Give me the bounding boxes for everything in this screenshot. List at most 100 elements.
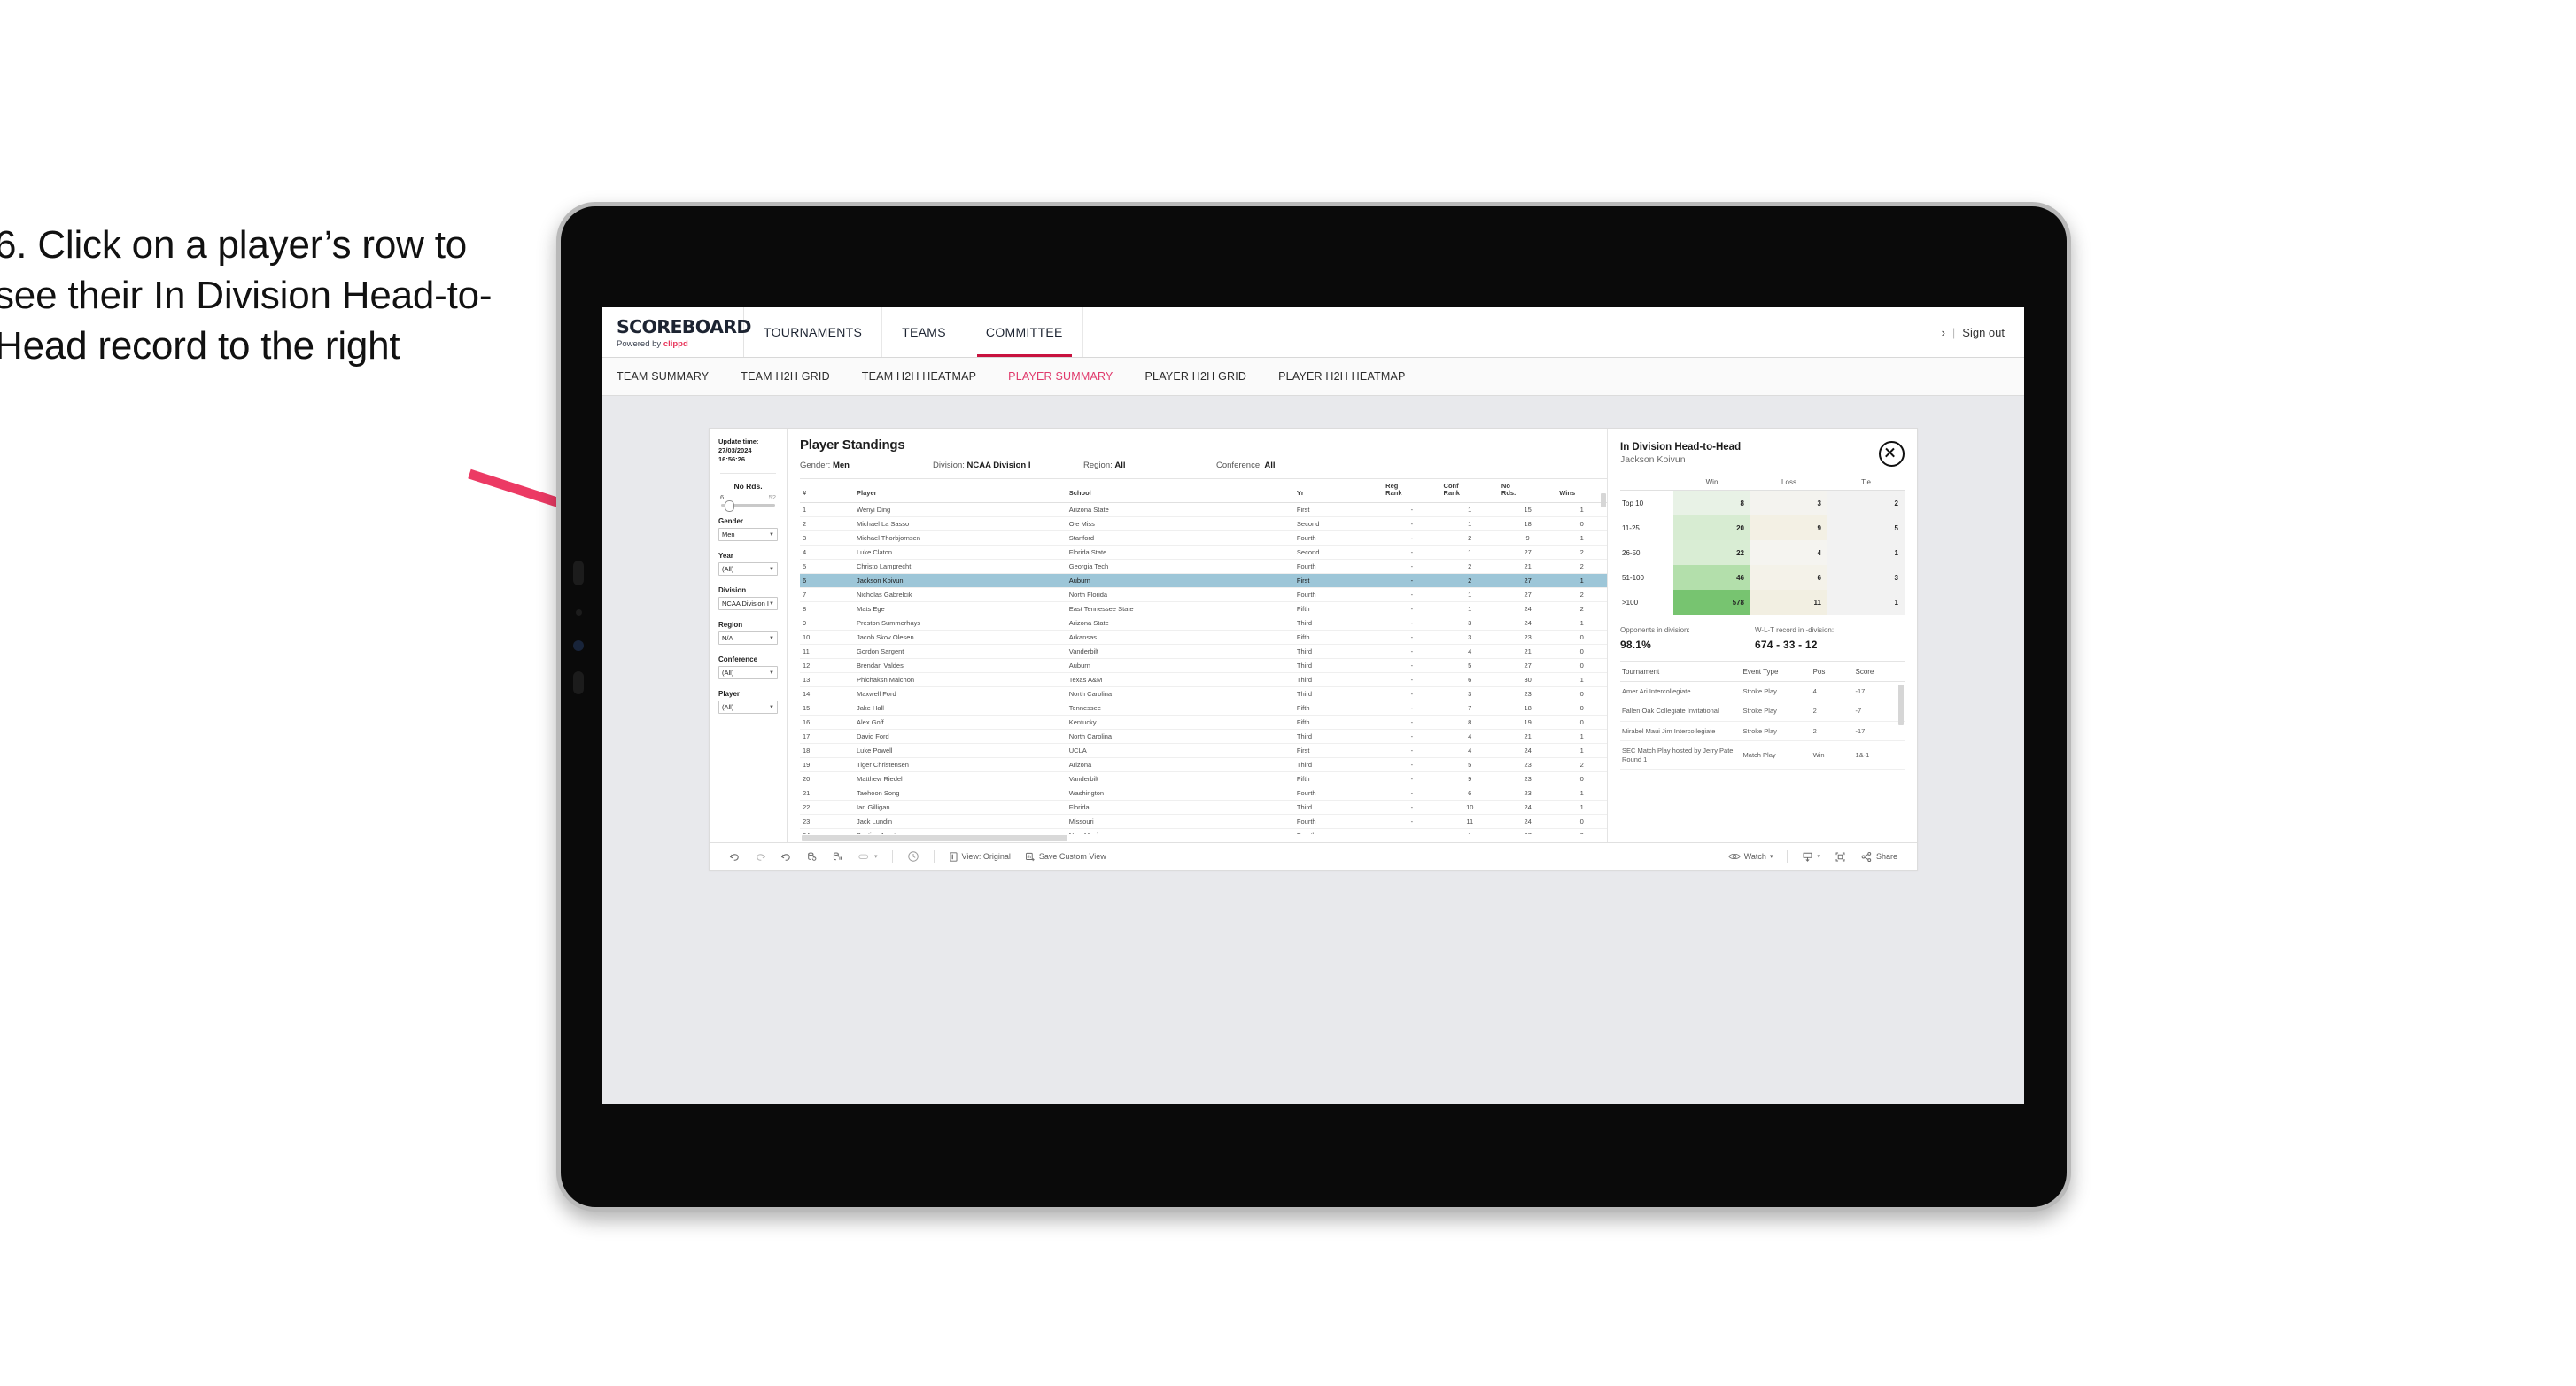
- table-row[interactable]: 22 Ian Gilligan Florida Third -10 24 1: [800, 800, 1607, 815]
- table-row[interactable]: 4 Luke Claton Florida State Second -1 27 2: [800, 545, 1607, 560]
- col-player[interactable]: Player: [854, 479, 1067, 503]
- h2h-cell-loss: 4: [1750, 540, 1827, 565]
- table-row[interactable]: 11 Gordon Sargent Vanderbilt Third -4 21 0: [800, 644, 1607, 659]
- cell-rank: 23: [800, 814, 855, 829]
- standings-horizontal-scrollbar[interactable]: [800, 834, 1607, 842]
- table-row[interactable]: 10 Jacob Skov Olesen Arkansas Fifth -3 23 0: [800, 630, 1607, 645]
- table-row[interactable]: 3 Michael Thorbjornsen Stanford Fourth -2 9 1: [800, 530, 1607, 546]
- user-chevron-icon[interactable]: ›: [1942, 326, 1945, 339]
- col-conf-rank[interactable]: Conf Rank: [1440, 479, 1499, 503]
- cell-yr: Fifth: [1293, 701, 1384, 716]
- nav-item-teams[interactable]: TEAMS: [882, 307, 966, 357]
- nav-item-committee[interactable]: COMMITTEE: [966, 307, 1083, 357]
- filter-region-value: N/A: [722, 634, 733, 643]
- tournament-row[interactable]: Amer Ari Intercollegiate Stroke Play 4 -17: [1620, 681, 1905, 702]
- col-yr[interactable]: Yr: [1293, 479, 1384, 503]
- tab-player-h2h-heatmap[interactable]: PLAYER H2H HEATMAP: [1262, 370, 1421, 383]
- cell-no-rds: 15: [1498, 502, 1557, 517]
- table-row[interactable]: 20 Matthew Riedel Vanderbilt Fifth -9 23 0: [800, 771, 1607, 786]
- redo-icon[interactable]: [748, 851, 773, 863]
- col-school[interactable]: School: [1066, 479, 1294, 503]
- filter-no-rounds[interactable]: No Rds. 6 52: [718, 482, 778, 513]
- cell-reg-rank: -: [1383, 616, 1441, 631]
- tab-team-h2h-heatmap[interactable]: TEAM H2H HEATMAP: [846, 370, 992, 383]
- standings-header-row: # Player School Yr Reg Rank Conf Rank No Rd…: [800, 479, 1607, 503]
- save-custom-view-button[interactable]: Save Custom View: [1018, 851, 1113, 863]
- filter-gender-select[interactable]: Men ▼: [718, 528, 778, 542]
- table-row[interactable]: 18 Luke Powell UCLA First -4 24 1: [800, 743, 1607, 758]
- table-row[interactable]: 2 Michael La Sasso Ole Miss Second -1 18 0: [800, 516, 1607, 531]
- h2h-cell-category: 11-25: [1622, 523, 1640, 532]
- col-rank[interactable]: #: [800, 479, 855, 503]
- table-row[interactable]: 17 David Ford North Carolina Third -4 21 1: [800, 729, 1607, 744]
- table-row[interactable]: 14 Maxwell Ford North Carolina Third -3 23 0: [800, 686, 1607, 701]
- no-rounds-slider-track[interactable]: [721, 500, 775, 513]
- filter-division: Division NCAA Division I ▼: [718, 586, 778, 611]
- share-button[interactable]: Share: [1853, 851, 1905, 863]
- table-row[interactable]: 23 Jack Lundin Missouri Fourth -11 24 0: [800, 814, 1607, 829]
- highlight-icon[interactable]: ▾: [850, 851, 885, 863]
- cell-yr: First: [1293, 573, 1384, 588]
- table-row[interactable]: 5 Christo Lamprecht Georgia Tech Fourth -2 21…: [800, 559, 1607, 574]
- workbook-main: Update time: 27/03/2024 16:56:26 No Rds.…: [710, 429, 1917, 842]
- chevron-down-icon: ▼: [769, 566, 774, 572]
- tab-player-summary[interactable]: PLAYER SUMMARY: [992, 370, 1129, 383]
- download-button[interactable]: ▾: [1795, 851, 1827, 863]
- fullscreen-icon[interactable]: [1827, 851, 1853, 863]
- undo-icon[interactable]: [722, 851, 748, 863]
- cell-player: Preston Summerhays: [854, 616, 1067, 631]
- clock-icon[interactable]: [900, 850, 927, 863]
- app-logo[interactable]: SCOREBOARD Powered by clippd: [602, 307, 751, 357]
- table-row[interactable]: 12 Brendan Valdes Auburn Third -5 27 0: [800, 658, 1607, 673]
- col-reg-rank[interactable]: Reg Rank: [1383, 479, 1441, 503]
- table-row[interactable]: 21 Taehoon Song Washington Fourth -6 23 1: [800, 786, 1607, 801]
- tournament-row[interactable]: Mirabel Maui Jim Intercollegiate Stroke P…: [1620, 721, 1905, 742]
- filter-region-select[interactable]: N/A ▼: [718, 631, 778, 646]
- view-original-label: View: Original: [961, 852, 1011, 861]
- highlight-caret-icon: ▾: [874, 854, 878, 860]
- nav-item-tournaments[interactable]: TOURNAMENTS: [744, 307, 883, 357]
- col-wins[interactable]: Wins: [1556, 479, 1607, 503]
- table-row[interactable]: 16 Alex Goff Kentucky Fifth -8 19 0: [800, 715, 1607, 730]
- table-row[interactable]: 8 Mats Ege East Tennessee State Fifth -1 24 2: [800, 601, 1607, 616]
- watch-button[interactable]: Watch ▾: [1721, 851, 1781, 862]
- cell-school: New Mexico: [1066, 828, 1294, 834]
- table-row[interactable]: 6 Jackson Koivun Auburn First -2 27 1: [800, 573, 1607, 588]
- sign-out-link[interactable]: Sign out: [1962, 326, 2005, 339]
- cell-reg-rank: -: [1383, 559, 1441, 574]
- cell-rank: 3: [800, 530, 855, 546]
- col-no-rds[interactable]: No Rds.: [1498, 479, 1557, 503]
- table-row[interactable]: 19 Tiger Christensen Arizona Third -5 23 2: [800, 757, 1607, 772]
- table-row[interactable]: 1 Wenyi Ding Arizona State First -1 15 1: [800, 502, 1607, 517]
- standings-vertical-scrollbar[interactable]: [1601, 493, 1606, 507]
- pause-auto-update-icon[interactable]: [825, 851, 850, 863]
- tournament-vertical-scrollbar[interactable]: [1898, 685, 1904, 725]
- no-rounds-slider-handle[interactable]: [725, 500, 734, 513]
- table-row[interactable]: 15 Jake Hall Tennessee Fifth -7 18 0: [800, 701, 1607, 716]
- tournament-table-wrapper[interactable]: Tournament Event Type Pos Score Amer Ari…: [1620, 661, 1905, 842]
- tab-team-summary[interactable]: TEAM SUMMARY: [617, 370, 725, 383]
- table-row[interactable]: 9 Preston Summerhays Arizona State Third -3 2…: [800, 616, 1607, 631]
- revert-icon[interactable]: [773, 851, 799, 863]
- close-circle-icon[interactable]: [1879, 441, 1905, 467]
- cell-rank: 20: [800, 771, 855, 786]
- filter-year-select[interactable]: (All) ▼: [718, 562, 778, 577]
- cell-yr: Third: [1293, 729, 1384, 744]
- standings-hscroll-thumb[interactable]: [802, 835, 1067, 841]
- kpi-opponents-value: 98.1%: [1620, 639, 1652, 651]
- filter-player-select[interactable]: (All) ▼: [718, 701, 778, 715]
- filter-division-select[interactable]: NCAA Division I ▼: [718, 597, 778, 611]
- tab-team-h2h-grid[interactable]: TEAM H2H GRID: [725, 370, 846, 383]
- tournament-row[interactable]: Fallen Oak Collegiate Invitational Stroke…: [1620, 701, 1905, 722]
- cell-event-type: Stroke Play: [1741, 701, 1812, 722]
- tournament-row[interactable]: SEC Match Play hosted by Jerry Pate Roun…: [1620, 740, 1905, 770]
- table-row[interactable]: 24Bastien AmatNew MexicoFourth-1272: [800, 828, 1607, 834]
- cell-yr: Second: [1293, 516, 1384, 531]
- tab-player-h2h-grid[interactable]: PLAYER H2H GRID: [1129, 370, 1263, 383]
- standings-table-wrapper[interactable]: # Player School Yr Reg Rank Conf Rank No Rd…: [800, 478, 1607, 834]
- filter-conference-select[interactable]: (All) ▼: [718, 666, 778, 680]
- view-original-button[interactable]: View: Original: [942, 851, 1018, 863]
- table-row[interactable]: 7 Nicholas Gabrelcik North Florida Fourth -1…: [800, 587, 1607, 602]
- refresh-data-icon[interactable]: [799, 851, 825, 863]
- table-row[interactable]: 13 Phichaksn Maichon Texas A&M Third -6 30 1: [800, 672, 1607, 687]
